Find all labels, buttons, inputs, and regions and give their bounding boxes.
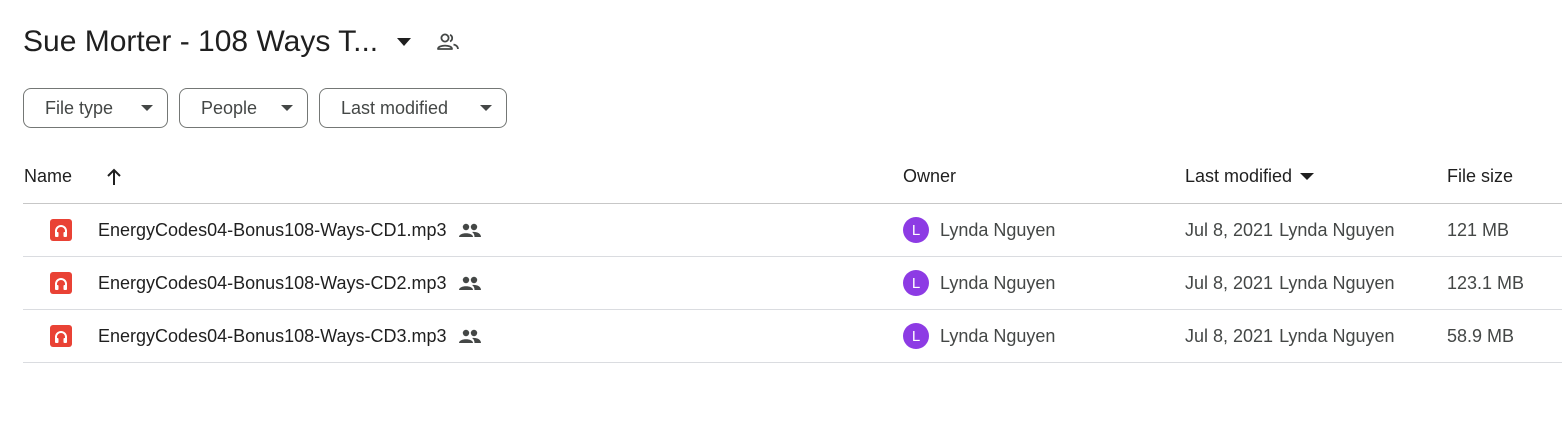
owner-name: Lynda Nguyen (940, 272, 1056, 293)
chip-label: People (201, 97, 258, 118)
modified-by: Lynda Nguyen (1279, 272, 1395, 293)
audio-file-icon (50, 204, 72, 256)
arrow-drop-down-icon (141, 105, 153, 111)
name-column-header[interactable]: Name (24, 150, 72, 203)
modified-by: Lynda Nguyen (1279, 325, 1395, 346)
owner-cell: L Lynda Nguyen (903, 310, 1055, 362)
chip-label: File type (45, 97, 114, 118)
avatar: L (903, 270, 929, 296)
people-icon (458, 329, 481, 343)
folder-title[interactable]: Sue Morter - 108 Ways T... (23, 25, 378, 59)
table-row[interactable]: EnergyCodes04-Bonus108-Ways-CD3.mp3 L Ly… (23, 310, 1562, 363)
filter-chips: File type People Last modified (23, 88, 507, 128)
modified-date: Jul 8, 2021 (1185, 219, 1274, 240)
owner-name: Lynda Nguyen (940, 325, 1056, 346)
file-size-cell: 58.9 MB (1447, 325, 1515, 346)
people-icon[interactable] (430, 24, 466, 60)
avatar: L (903, 217, 929, 243)
modified-date: Jul 8, 2021 (1185, 272, 1274, 293)
arrow-drop-down-icon (1300, 173, 1315, 180)
people-icon (458, 223, 481, 237)
audio-file-icon (50, 310, 72, 362)
owner-cell: L Lynda Nguyen (903, 257, 1055, 309)
drive-folder-view: Sue Morter - 108 Ways T... File type Peo… (0, 0, 1562, 425)
folder-header: Sue Morter - 108 Ways T... (23, 20, 466, 64)
arrow-drop-down-icon (281, 105, 293, 111)
people-filter[interactable]: People (179, 88, 308, 128)
table-header: Name Owner Last modified File size (23, 150, 1562, 204)
arrow-drop-down-icon (480, 105, 492, 111)
file-name: EnergyCodes04-Bonus108-Ways-CD3.mp3 (98, 325, 447, 346)
file-name: EnergyCodes04-Bonus108-Ways-CD1.mp3 (98, 219, 447, 240)
last-modified-filter[interactable]: Last modified (319, 88, 507, 128)
file-type-filter[interactable]: File type (23, 88, 168, 128)
file-size-cell: 121 MB (1447, 219, 1510, 240)
owner-column-header[interactable]: Owner (903, 150, 956, 203)
file-size-cell: 123.1 MB (1447, 272, 1525, 293)
file-size-column-header: File size (1447, 166, 1514, 186)
file-name-cell[interactable]: EnergyCodes04-Bonus108-Ways-CD3.mp3 (98, 310, 481, 362)
people-icon (458, 276, 481, 290)
chip-label: Last modified (341, 97, 449, 118)
file-list: Name Owner Last modified File size Energ… (23, 150, 1562, 363)
modified-date: Jul 8, 2021 (1185, 325, 1274, 346)
audio-file-icon (50, 257, 72, 309)
table-row[interactable]: EnergyCodes04-Bonus108-Ways-CD2.mp3 L Ly… (23, 257, 1562, 310)
last-modified-cell: Jul 8, 2021 Lynda Nguyen (1185, 310, 1395, 362)
arrow-upward-icon[interactable] (103, 150, 125, 203)
last-modified-header-label: Last modified (1185, 166, 1293, 186)
owner-cell: L Lynda Nguyen (903, 204, 1055, 256)
table-row[interactable]: EnergyCodes04-Bonus108-Ways-CD1.mp3 L Ly… (23, 204, 1562, 257)
modified-by: Lynda Nguyen (1279, 219, 1395, 240)
owner-name: Lynda Nguyen (940, 219, 1056, 240)
avatar: L (903, 323, 929, 349)
last-modified-cell: Jul 8, 2021 Lynda Nguyen (1185, 257, 1395, 309)
file-name-cell[interactable]: EnergyCodes04-Bonus108-Ways-CD2.mp3 (98, 257, 481, 309)
arrow-drop-down-icon[interactable] (386, 24, 422, 60)
last-modified-column-header[interactable]: Last modified (1185, 150, 1315, 203)
file-name-cell[interactable]: EnergyCodes04-Bonus108-Ways-CD1.mp3 (98, 204, 481, 256)
last-modified-cell: Jul 8, 2021 Lynda Nguyen (1185, 204, 1395, 256)
file-name: EnergyCodes04-Bonus108-Ways-CD2.mp3 (98, 272, 447, 293)
